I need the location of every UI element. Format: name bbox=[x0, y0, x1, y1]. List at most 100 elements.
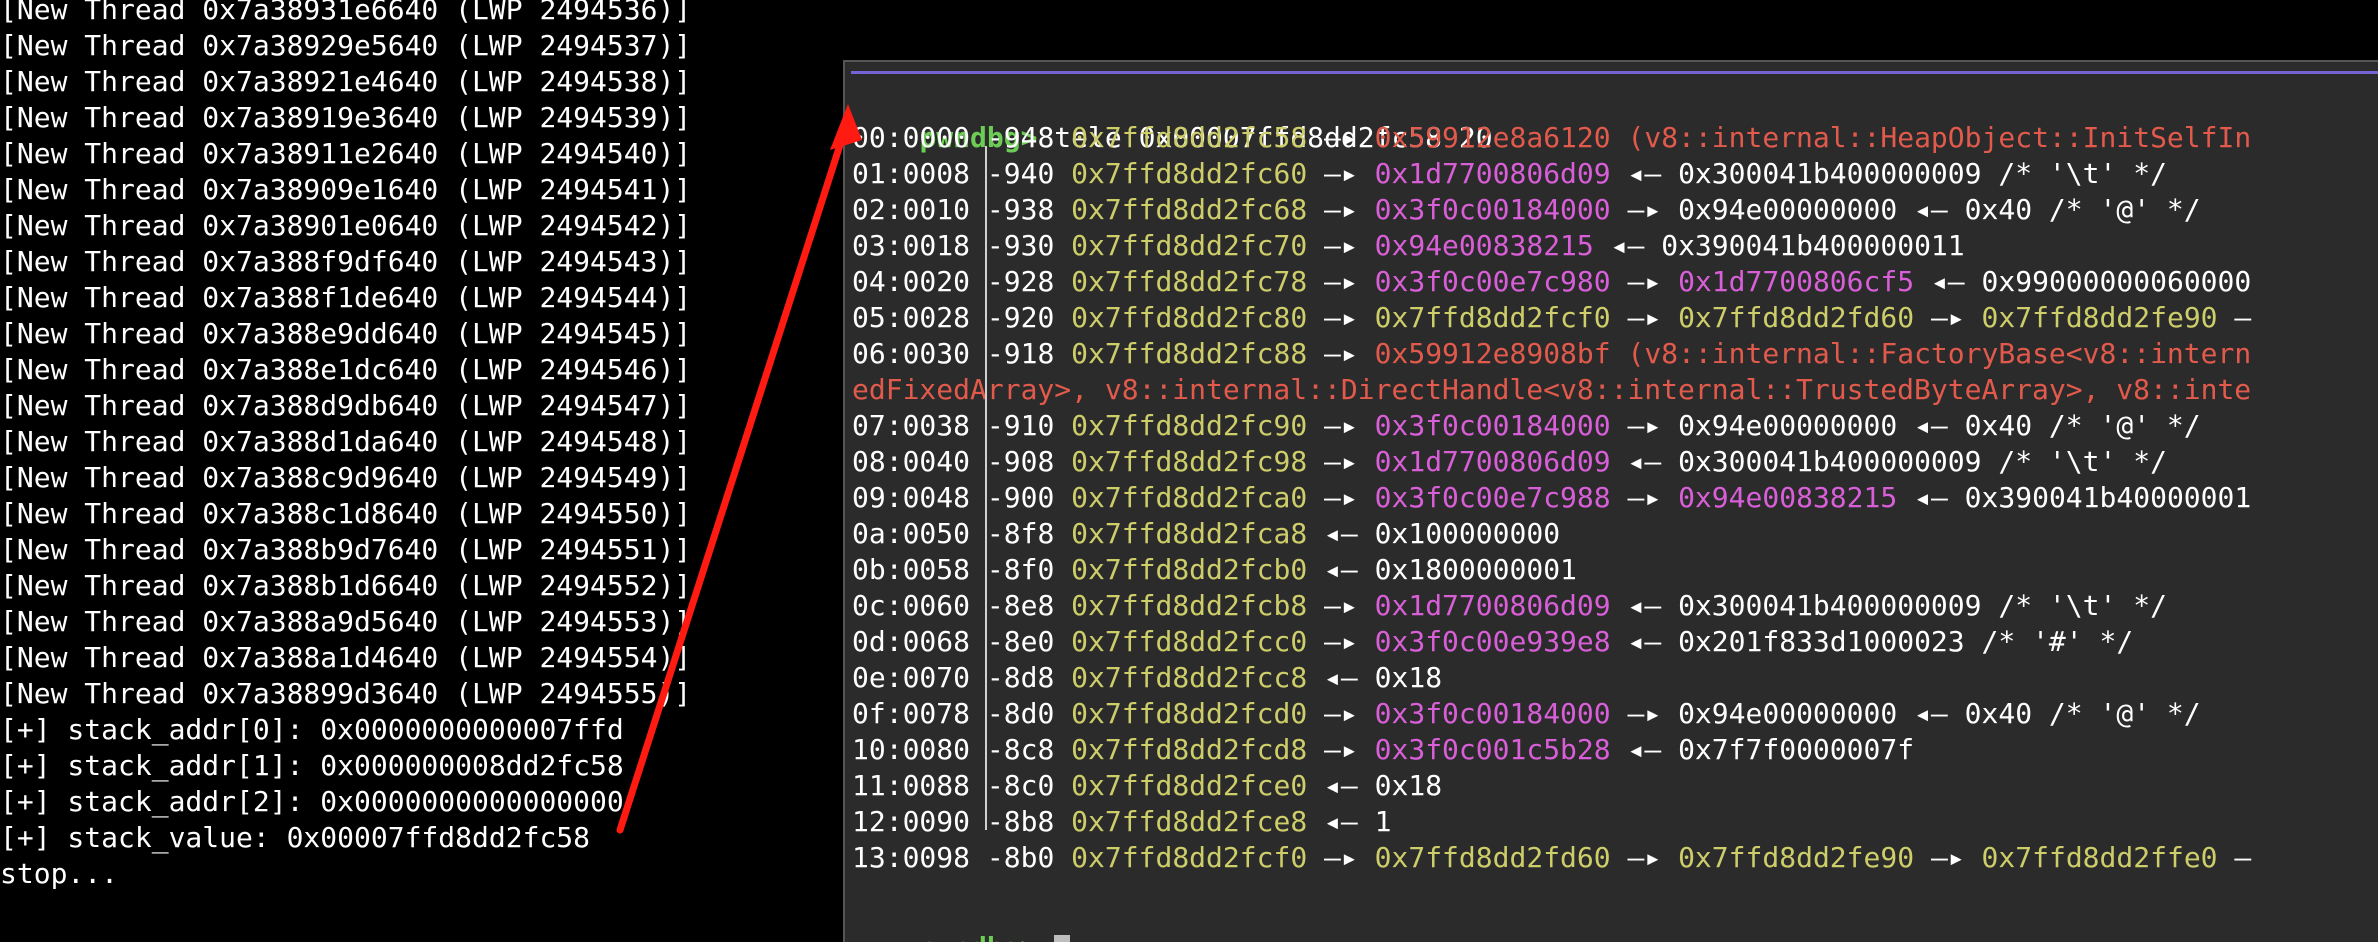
offset-column-separator bbox=[985, 146, 987, 830]
telescope-segment: 0x94e00838215 bbox=[1678, 481, 1898, 514]
telescope-segment: 0x3f0c00e939e8 bbox=[1374, 625, 1611, 658]
telescope-row: 10:0080 -8c8 0x7ffd8dd2fcd8 —▸ 0x3f0c001… bbox=[852, 732, 1914, 768]
telescope-segment: 12:0090 bbox=[852, 805, 971, 838]
terminal-cursor[interactable] bbox=[1054, 935, 1071, 942]
telescope-row: 09:0048 -900 0x7ffd8dd2fca0 —▸ 0x3f0c00e… bbox=[852, 480, 2251, 516]
telescope-segment: 09:0048 bbox=[852, 481, 971, 514]
telescope-segment: —▸ bbox=[1914, 301, 1982, 334]
telescope-segment: —▸ bbox=[1307, 841, 1375, 874]
telescope-segment: 0x7ffd8dd2fc90 bbox=[1071, 409, 1308, 442]
terminal-output-line: [+] stack_addr[2]: 0x0000000000000000 bbox=[0, 785, 624, 818]
telescope-segment: 0x1d7700806d09 bbox=[1374, 589, 1611, 622]
telescope-segment: 0x1d7700806d09 bbox=[1374, 445, 1611, 478]
telescope-row: 0a:0050 -8f8 0x7ffd8dd2fca8 ◂— 0x1000000… bbox=[852, 516, 1560, 552]
telescope-segment: 0x7ffd8dd2fca0 bbox=[1071, 481, 1308, 514]
pane-divider-line bbox=[851, 71, 2378, 74]
telescope-row: 11:0088 -8c0 0x7ffd8dd2fce0 ◂— 0x18 bbox=[852, 768, 1442, 804]
telescope-segment: 0x59912e8a6120 (v8::internal::HeapObject… bbox=[1374, 121, 2252, 154]
telescope-segment: 0x59912e8908bf (v8::internal::FactoryBas… bbox=[1374, 337, 2252, 370]
telescope-segment: ◂— 1 bbox=[1307, 805, 1392, 838]
telescope-row: 12:0090 -8b8 0x7ffd8dd2fce8 ◂— 1 bbox=[852, 804, 1391, 840]
telescope-row: 07:0038 -910 0x7ffd8dd2fc90 —▸ 0x3f0c001… bbox=[852, 408, 2201, 444]
telescope-row: edFixedArray>, v8::internal::DirectHandl… bbox=[852, 372, 2251, 408]
telescope-segment: 0e:0070 bbox=[852, 661, 971, 694]
telescope-segment: ◂— 0x300041b400000009 /* '\t' */ bbox=[1610, 589, 2167, 622]
telescope-row: 06:0030 -918 0x7ffd8dd2fc88 —▸ 0x59912e8… bbox=[852, 336, 2251, 372]
telescope-segment: —▸ 0x94e00000000 ◂— 0x40 /* '@' */ bbox=[1610, 697, 2201, 730]
telescope-segment: 0c:0060 bbox=[852, 589, 971, 622]
telescope-segment: 05:0028 bbox=[852, 301, 971, 334]
telescope-segment: —▸ bbox=[1610, 301, 1679, 334]
terminal-output-line: [New Thread 0x7a38919e3640 (LWP 2494539)… bbox=[0, 101, 692, 134]
telescope-row: 04:0020 -928 0x7ffd8dd2fc78 —▸ 0x3f0c00e… bbox=[852, 264, 2251, 300]
telescope-segment: 0x7ffd8dd2fc98 bbox=[1071, 445, 1308, 478]
telescope-segment: 0f:0078 bbox=[852, 697, 971, 730]
terminal-output-line: [New Thread 0x7a38929e5640 (LWP 2494537)… bbox=[0, 29, 692, 62]
telescope-segment: 04:0020 bbox=[852, 265, 971, 298]
telescope-segment: ◂— 0x18 bbox=[1307, 661, 1443, 694]
telescope-segment: —▸ bbox=[1307, 589, 1375, 622]
telescope-segment: 0a:0050 bbox=[852, 517, 971, 550]
telescope-segment: ◂— 0x1800000001 bbox=[1307, 553, 1577, 586]
telescope-row: 02:0010 -938 0x7ffd8dd2fc68 —▸ 0x3f0c001… bbox=[852, 192, 2201, 228]
telescope-segment: 0x7ffd8dd2fc68 bbox=[1071, 193, 1308, 226]
terminal-output-line: [New Thread 0x7a38909e1640 (LWP 2494541)… bbox=[0, 173, 692, 206]
terminal-output-line: [+] stack_addr[1]: 0x000000008dd2fc58 bbox=[0, 749, 624, 782]
telescope-segment: —▸ 0x94e00000000 ◂— 0x40 /* '@' */ bbox=[1610, 409, 2201, 442]
telescope-segment: 0x7ffd8dd2fc60 bbox=[1071, 157, 1308, 190]
telescope-segment: 0x7ffd8dd2fd60 bbox=[1374, 841, 1611, 874]
telescope-segment: 0x7ffd8dd2fcc8 bbox=[1071, 661, 1308, 694]
terminal-output-line: [New Thread 0x7a38931e6640 (LWP 2494536)… bbox=[0, 0, 692, 26]
telescope-segment: 01:0008 bbox=[852, 157, 971, 190]
telescope-segment: ◂— 0x300041b400000009 /* '\t' */ bbox=[1610, 445, 2167, 478]
telescope-row: 08:0040 -908 0x7ffd8dd2fc98 —▸ 0x1d77008… bbox=[852, 444, 2167, 480]
terminal-output-line: [New Thread 0x7a388e9dd640 (LWP 2494545)… bbox=[0, 317, 692, 350]
terminal-output-line: [New Thread 0x7a38899d3640 (LWP 2494555)… bbox=[0, 677, 692, 710]
telescope-segment: 0x7ffd8dd2fcb8 bbox=[1071, 589, 1308, 622]
telescope-segment: 0x3f0c00184000 bbox=[1374, 409, 1611, 442]
telescope-segment: ◂— 0x300041b400000009 /* '\t' */ bbox=[1610, 157, 2167, 190]
terminal-output-line: [New Thread 0x7a38911e2640 (LWP 2494540)… bbox=[0, 137, 692, 170]
pwndbg-bottom-prompt-line[interactable]: pwndbg> bbox=[852, 894, 1071, 942]
telescope-segment: 0x3f0c001c5b28 bbox=[1374, 733, 1611, 766]
telescope-row: 01:0008 -940 0x7ffd8dd2fc60 —▸ 0x1d77008… bbox=[852, 156, 2167, 192]
telescope-segment: —▸ bbox=[1307, 193, 1375, 226]
telescope-segment: —▸ bbox=[1307, 445, 1375, 478]
pwndbg-command-line: pwndbg> tele 0x00007ffd8dd2fc58 20 bbox=[852, 84, 1492, 154]
telescope-segment: 0x7ffd8dd2fc88 bbox=[1071, 337, 1308, 370]
telescope-segment: —▸ bbox=[1610, 481, 1679, 514]
telescope-segment: 0x7ffd8dd2ffe0 bbox=[1981, 841, 2218, 874]
telescope-segment: —▸ bbox=[1307, 733, 1375, 766]
telescope-segment: 0x7ffd8dd2fce8 bbox=[1071, 805, 1308, 838]
telescope-segment: 0x7ffd8dd2fd60 bbox=[1678, 301, 1915, 334]
terminal-output-line: stop... bbox=[0, 857, 119, 890]
telescope-segment: 0x7ffd8dd2fcf0 bbox=[1071, 841, 1308, 874]
telescope-segment: —▸ bbox=[1307, 481, 1375, 514]
telescope-segment: ◂— 0x100000000 bbox=[1307, 517, 1561, 550]
telescope-row: 0f:0078 -8d0 0x7ffd8dd2fcd0 —▸ 0x3f0c001… bbox=[852, 696, 2201, 732]
telescope-row: 0c:0060 -8e8 0x7ffd8dd2fcb8 —▸ 0x1d77008… bbox=[852, 588, 2167, 624]
terminal-output-line: [New Thread 0x7a388c9d9640 (LWP 2494549)… bbox=[0, 461, 692, 494]
telescope-segment: 0x7ffd8dd2fc70 bbox=[1071, 229, 1308, 262]
telescope-row: 00:0000 -948 0x7ffd8dd2fc58 —▸ 0x59912e8… bbox=[852, 120, 2251, 156]
telescope-row: 13:0098 -8b0 0x7ffd8dd2fcf0 —▸ 0x7ffd8dd… bbox=[852, 840, 2251, 876]
telescope-segment: ◂— 0x201f833d1000023 /* '#' */ bbox=[1610, 625, 2134, 658]
telescope-segment: — bbox=[2217, 301, 2252, 334]
telescope-segment: 0x7ffd8dd2fc80 bbox=[1071, 301, 1308, 334]
telescope-segment: ◂— 0x99000000060000 bbox=[1914, 265, 2252, 298]
terminal-output-line: [+] stack_value: 0x00007ffd8dd2fc58 bbox=[0, 821, 591, 854]
telescope-segment: —▸ bbox=[1307, 625, 1375, 658]
telescope-segment: 0x7ffd8dd2fcb0 bbox=[1071, 553, 1308, 586]
telescope-segment: 0x7ffd8dd2fe90 bbox=[1981, 301, 2218, 334]
telescope-segment: —▸ bbox=[1307, 157, 1375, 190]
terminal-output-line: [New Thread 0x7a388c1d8640 (LWP 2494550)… bbox=[0, 497, 692, 530]
terminal-output-line: [New Thread 0x7a388d1da640 (LWP 2494548)… bbox=[0, 425, 692, 458]
telescope-segment: 08:0040 bbox=[852, 445, 971, 478]
terminal-output-line: [New Thread 0x7a388b1d6640 (LWP 2494552)… bbox=[0, 569, 692, 602]
terminal-output-line: [New Thread 0x7a38921e4640 (LWP 2494538)… bbox=[0, 65, 692, 98]
telescope-segment: 0x7ffd8dd2fce0 bbox=[1071, 769, 1308, 802]
telescope-segment: 02:0010 bbox=[852, 193, 971, 226]
pwndbg-terminal-window[interactable]: pwndbg> tele 0x00007ffd8dd2fc58 20 00:00… bbox=[843, 60, 2378, 942]
telescope-segment: —▸ bbox=[1610, 841, 1679, 874]
telescope-segment: —▸ bbox=[1307, 229, 1375, 262]
